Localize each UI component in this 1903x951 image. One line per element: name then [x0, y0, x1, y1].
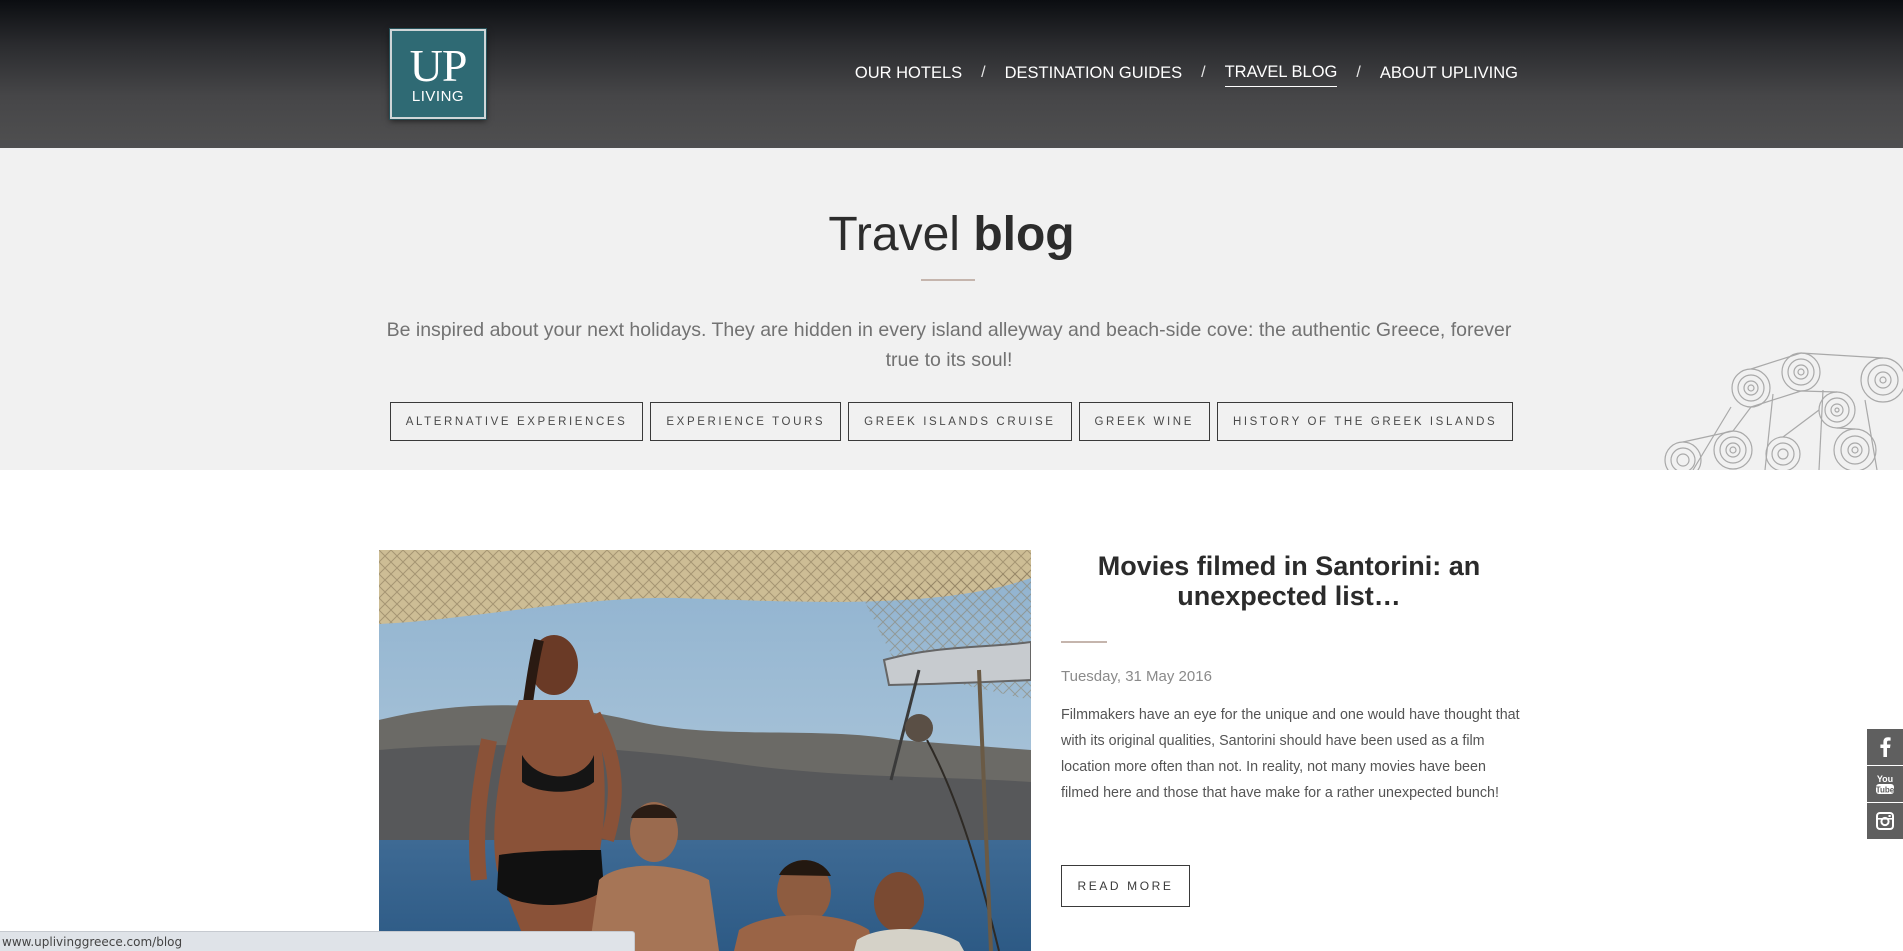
nav-travel-blog[interactable]: TRAVEL BLOG — [1224, 63, 1338, 87]
page-description: Be inspired about your next holidays. Th… — [386, 319, 1512, 371]
page-title: Travel blog — [0, 207, 1903, 263]
main-nav: OUR HOTELS / DESTINATION GUIDES / TRAVEL… — [855, 63, 1518, 87]
blog-hero: Travel blog Be inspired about your next … — [0, 148, 1903, 470]
browser-status-url: www.uplivinggreece.com/blog — [0, 931, 635, 951]
site-header: UP LIVING OUR HOTELS / DESTINATION GUIDE… — [0, 0, 1903, 148]
nav-separator: / — [981, 64, 986, 81]
category-greek-wine[interactable]: GREEK WINE — [1078, 402, 1210, 441]
instagram-button[interactable] — [1867, 803, 1903, 839]
svg-text:Tube: Tube — [1876, 786, 1895, 795]
nav-destination-guides[interactable]: DESTINATION GUIDES — [1005, 64, 1183, 87]
swirl-ornament-icon — [1664, 352, 1903, 470]
facebook-icon — [1880, 737, 1891, 757]
read-more-button[interactable]: READ MORE — [1061, 865, 1190, 907]
post-date: Tuesday, 31 May 2016 — [1061, 668, 1212, 685]
logo-text-living: LIVING — [411, 88, 465, 105]
post-excerpt: Filmmakers have an eye for the unique an… — [1061, 707, 1520, 801]
youtube-button[interactable]: You Tube — [1867, 766, 1903, 802]
social-sidebar: You Tube — [1867, 729, 1903, 840]
post-title-divider — [1061, 641, 1107, 643]
youtube-icon: You Tube — [1876, 774, 1895, 795]
nav-separator: / — [1201, 64, 1206, 81]
logo-text-up: UP — [409, 40, 468, 91]
category-history-of-the-greek-islands[interactable]: HISTORY OF THE GREEK ISLANDS — [1216, 402, 1514, 441]
page-title-light: Travel — [828, 208, 960, 261]
title-divider — [921, 279, 975, 281]
nav-our-hotels[interactable]: OUR HOTELS — [855, 64, 962, 87]
svg-text:You: You — [1877, 774, 1893, 784]
upliving-logo[interactable]: UP LIVING — [390, 29, 486, 119]
category-filters: ALTERNATIVE EXPERIENCES EXPERIENCE TOURS… — [0, 402, 1903, 441]
facebook-button[interactable] — [1867, 729, 1903, 765]
category-experience-tours[interactable]: EXPERIENCE TOURS — [650, 402, 842, 441]
category-alternative-experiences[interactable]: ALTERNATIVE EXPERIENCES — [389, 402, 644, 441]
nav-about-upliving[interactable]: ABOUT UPLIVING — [1380, 64, 1518, 87]
post-thumbnail-image — [379, 550, 1031, 951]
post-title[interactable]: Movies filmed in Santorini: an unexpecte… — [1061, 551, 1517, 611]
post-thumbnail[interactable] — [379, 550, 1031, 951]
category-greek-islands-cruise[interactable]: GREEK ISLANDS CRUISE — [848, 402, 1072, 441]
instagram-icon — [1876, 812, 1894, 830]
nav-separator: / — [1356, 64, 1361, 81]
page-title-bold: blog — [973, 208, 1075, 261]
